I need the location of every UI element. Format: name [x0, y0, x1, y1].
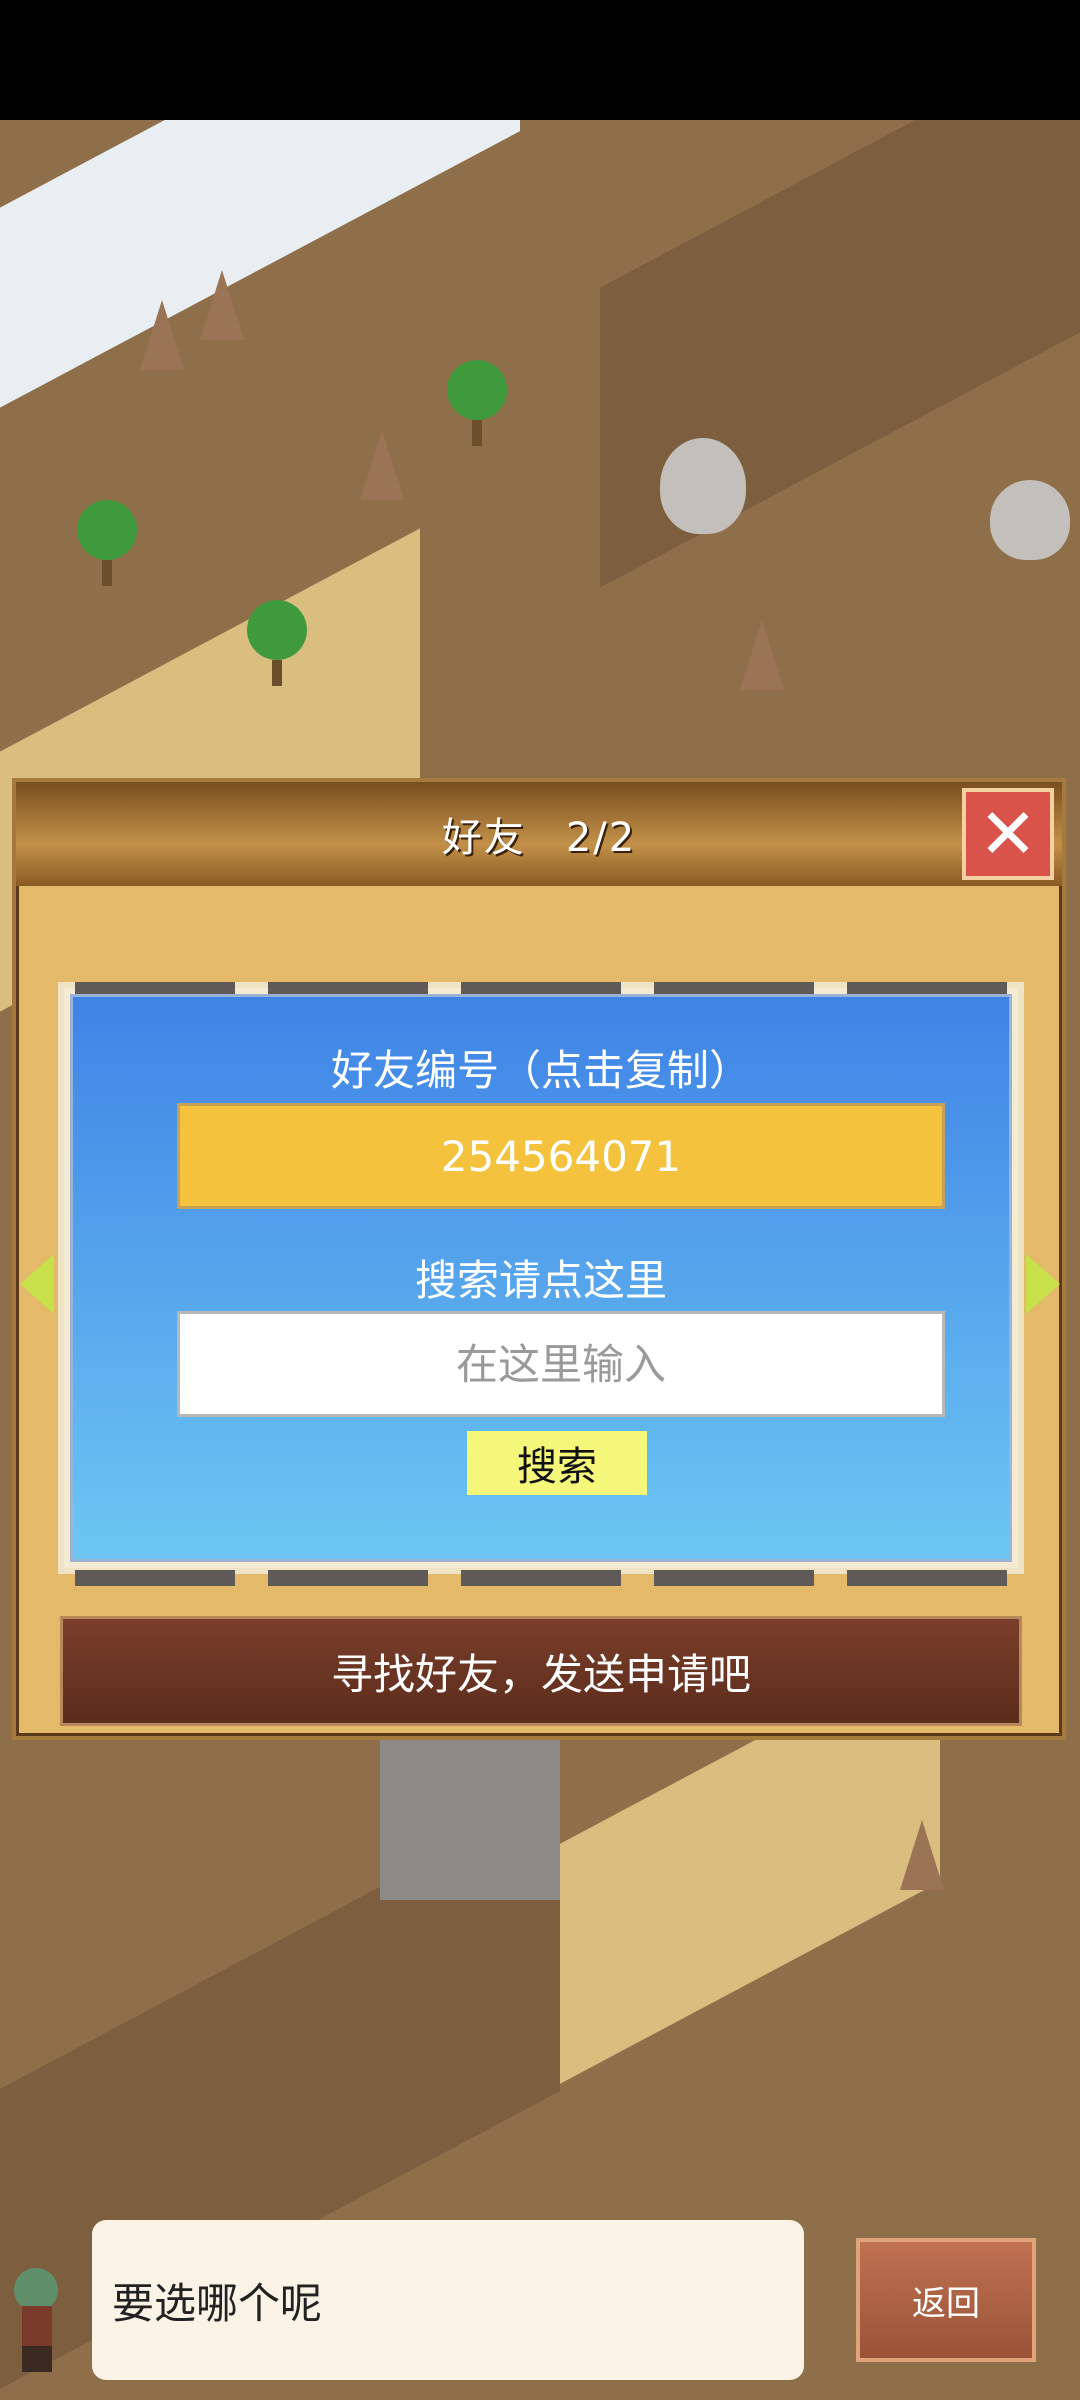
close-x-icon: ✕: [978, 793, 1038, 875]
boulder: [990, 480, 1070, 560]
next-page-arrow-icon[interactable]: [1026, 1254, 1060, 1314]
prev-page-arrow-icon[interactable]: [20, 1254, 54, 1314]
page-indicator-bottom: [58, 1570, 1024, 1586]
back-button[interactable]: 返回: [856, 2238, 1036, 2362]
page-segment: [74, 1570, 235, 1586]
search-label: 搜索请点这里: [414, 1256, 667, 1305]
pine-tree: [447, 360, 507, 446]
friend-id-copy-button[interactable]: 254564071: [177, 1103, 945, 1209]
rock-spire: [140, 300, 184, 370]
friend-count: 2/2: [565, 815, 637, 861]
rock-spire: [360, 430, 404, 500]
snow-field: [0, 120, 520, 429]
close-button[interactable]: ✕: [962, 788, 1054, 880]
palm-tree: [77, 500, 137, 586]
page-segment: [460, 1570, 621, 1586]
dialog-title: 好友 2/2: [442, 805, 636, 863]
search-input[interactable]: [177, 1311, 945, 1417]
dialog-title-bar: 好友 2/2: [16, 782, 1062, 886]
find-friends-banner[interactable]: 寻找好友，发送申请吧: [60, 1616, 1022, 1726]
search-button[interactable]: 搜索: [467, 1431, 647, 1495]
speech-bubble: 要选哪个呢: [92, 2220, 804, 2380]
page-segment: [654, 1570, 815, 1586]
friend-id-label: 好友编号（点击复制）: [330, 1046, 751, 1095]
page-segment: [267, 1570, 428, 1586]
bush: [247, 600, 307, 686]
friend-dialog: 好友 2/2 ✕ 好友编号（点击复制） 254564071 搜索请点这里 搜索 寻…: [12, 778, 1066, 1740]
page-segment: [847, 1570, 1008, 1586]
boulder: [660, 438, 746, 534]
rock-spire: [740, 620, 784, 690]
friend-card: 好友编号（点击复制） 254564071 搜索请点这里 搜索: [70, 994, 1012, 1562]
status-bar: [0, 0, 1080, 120]
advisor-avatar: [0, 2256, 80, 2376]
rock-spire: [900, 1820, 944, 1890]
rock-spire: [200, 270, 244, 340]
dialog-title-text: 好友: [441, 815, 526, 861]
stone-building: [380, 1740, 560, 1900]
